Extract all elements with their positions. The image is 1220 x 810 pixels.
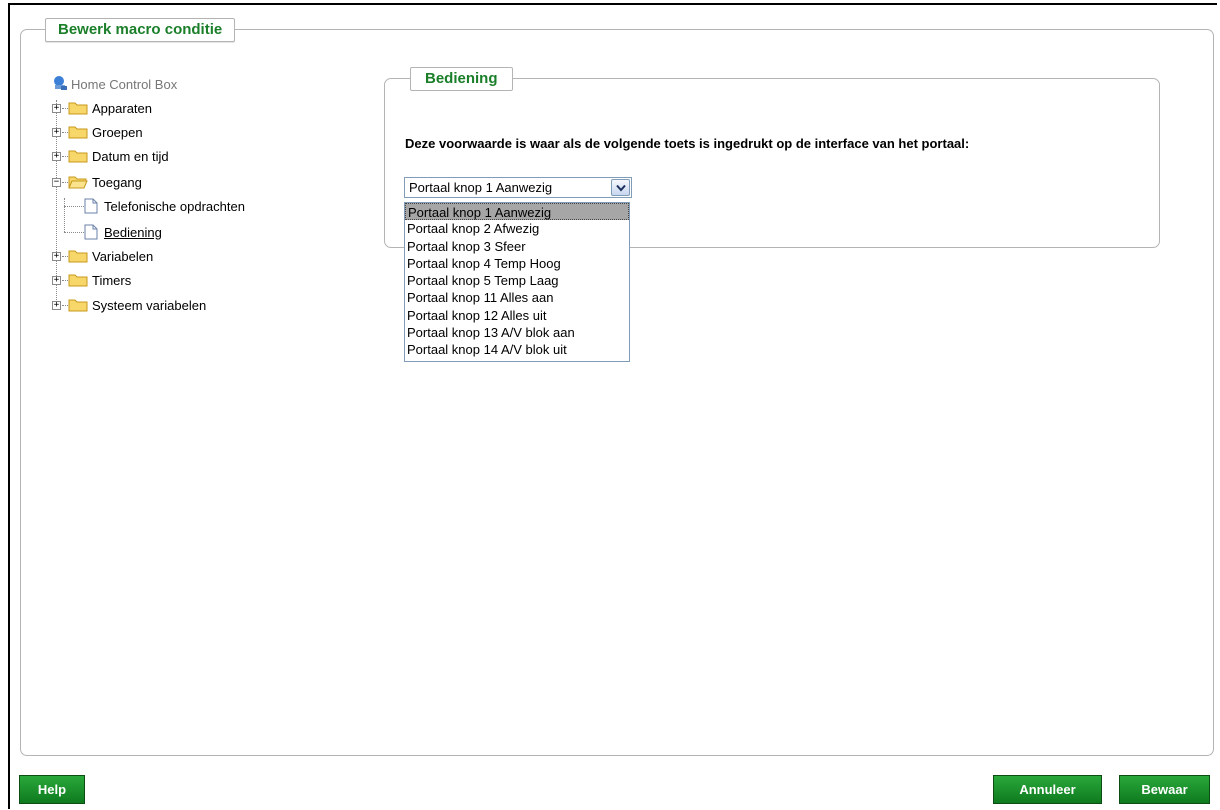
document-icon	[84, 224, 98, 240]
tree-item-label: Groepen	[92, 124, 143, 140]
dropdown-option[interactable]: Portaal knop 12 Alles uit	[405, 307, 629, 324]
condition-question: Deze voorwaarde is waar als de volgende …	[405, 136, 970, 151]
folder-icon	[68, 273, 88, 287]
expand-icon[interactable]: +	[52, 300, 61, 310]
button-select-dropdown: Portaal knop 1 Aanwezig Portaal knop 2 A…	[404, 202, 630, 362]
tree-item-label: Telefonische opdrachten	[104, 198, 245, 214]
dialog-title: Bewerk macro conditie	[45, 18, 236, 42]
tree-item-label: Toegang	[92, 174, 142, 190]
document-icon	[84, 198, 98, 214]
cancel-button[interactable]: Annuleer	[993, 775, 1102, 804]
expand-icon[interactable]: +	[52, 275, 61, 285]
tree-root[interactable]: Home Control Box	[52, 74, 177, 94]
folder-icon	[68, 298, 88, 312]
tree-item-groepen[interactable]: + Groepen	[52, 122, 143, 142]
tree-root-label: Home Control Box	[71, 76, 178, 92]
tree-item-label: Bediening	[104, 224, 162, 240]
tree-item-datum-en-tijd[interactable]: + Datum en tijd	[52, 146, 169, 166]
tree-item-bediening[interactable]: Bediening	[64, 222, 162, 242]
save-button[interactable]: Bewaar	[1119, 775, 1210, 804]
dropdown-option[interactable]: Portaal knop 2 Afwezig	[405, 220, 629, 237]
tree-item-label: Timers	[92, 272, 132, 288]
tree-item-systeem-variabelen[interactable]: + Systeem variabelen	[52, 295, 206, 315]
tree-item-label: Apparaten	[92, 100, 152, 116]
chevron-down-icon[interactable]	[611, 179, 630, 196]
dropdown-option[interactable]: Portaal knop 13 A/V blok aan	[405, 324, 629, 341]
dropdown-option[interactable]: Portaal knop 1 Aanwezig	[405, 203, 629, 221]
button-select[interactable]: Portaal knop 1 Aanwezig	[404, 177, 632, 198]
expand-icon[interactable]: +	[52, 103, 61, 113]
tree-item-apparaten[interactable]: + Apparaten	[52, 98, 152, 118]
tree-item-label: Systeem variabelen	[92, 297, 207, 313]
tree-item-label: Variabelen	[92, 248, 154, 264]
folder-icon	[68, 101, 88, 115]
tree-item-variabelen[interactable]: + Variabelen	[52, 246, 153, 266]
tree-item-label: Datum en tijd	[92, 148, 169, 164]
dropdown-option[interactable]: Portaal knop 5 Temp Laag	[405, 272, 629, 289]
collapse-icon[interactable]: −	[52, 177, 61, 187]
computer-icon	[52, 75, 68, 94]
expand-icon[interactable]: +	[52, 251, 61, 261]
expand-icon[interactable]: +	[52, 127, 61, 137]
tree-item-toegang[interactable]: − Toegang	[52, 172, 142, 192]
expand-icon[interactable]: +	[52, 151, 61, 161]
folder-icon	[68, 125, 88, 139]
button-select-value: Portaal knop 1 Aanwezig	[409, 180, 553, 195]
dropdown-option[interactable]: Portaal knop 4 Temp Hoog	[405, 255, 629, 272]
dropdown-option[interactable]: Portaal knop 11 Alles aan	[405, 289, 629, 306]
tree-item-timers[interactable]: + Timers	[52, 270, 131, 290]
dropdown-option[interactable]: Portaal knop 14 A/V blok uit	[405, 341, 629, 358]
folder-icon	[68, 249, 88, 263]
dropdown-option[interactable]: Portaal knop 3 Sfeer	[405, 238, 629, 255]
condition-panel-title: Bediening	[410, 67, 513, 91]
open-folder-icon	[68, 175, 88, 189]
folder-icon	[68, 149, 88, 163]
help-button[interactable]: Help	[19, 775, 85, 804]
tree-item-telefonische-opdrachten[interactable]: Telefonische opdrachten	[64, 196, 245, 216]
